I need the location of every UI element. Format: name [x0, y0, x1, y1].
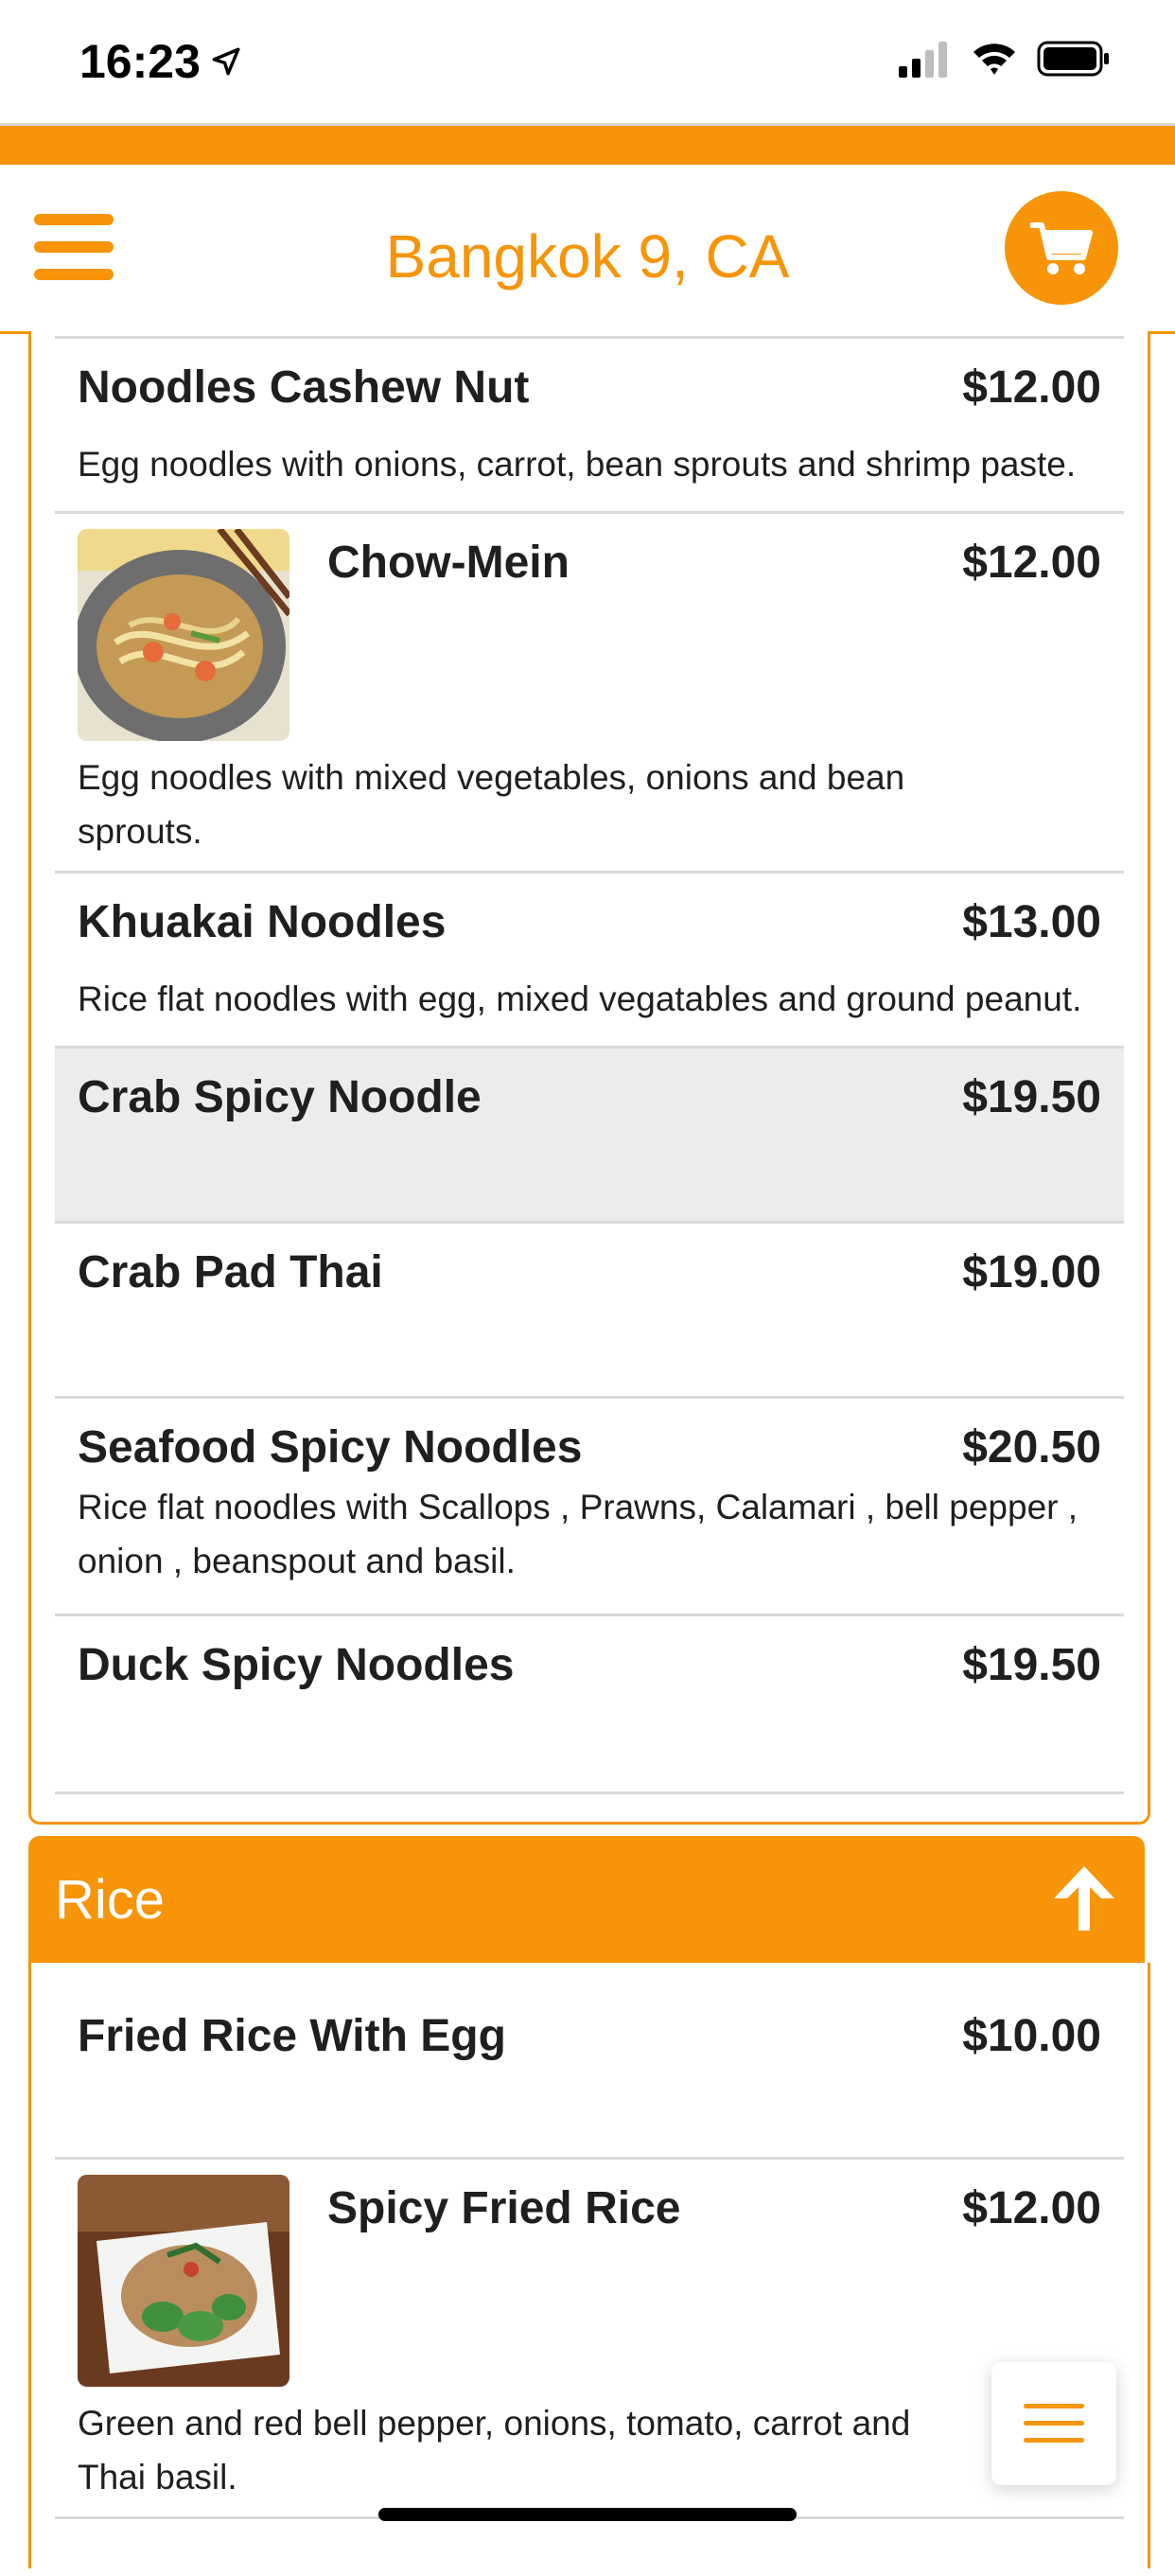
item-price: $20.50 [962, 1422, 1101, 1473]
item-name: Chow-Mein [327, 538, 570, 588]
status-icons [899, 40, 1111, 78]
item-name: Duck Spicy Noodles [78, 1640, 515, 1690]
item-name: Fried Rice With Egg [78, 2011, 506, 2061]
item-price: $12.00 [962, 362, 1101, 413]
item-price: $13.00 [962, 897, 1101, 947]
menu-item[interactable]: Crab Spicy Noodle $19.50 [55, 1046, 1124, 1224]
menu-item[interactable]: Crab Pad Thai $19.00 [55, 1221, 1124, 1399]
status-bar: 16:23 [0, 0, 1175, 123]
menu-item[interactable] [55, 2516, 1124, 2576]
item-description: Rice flat noodles with egg, mixed vegata… [78, 979, 1082, 1018]
top-nav-bar: Bangkok 9, CA [0, 165, 1175, 334]
menu-item[interactable]: Chow-Mein $12.00 Egg noodles with mixed … [55, 511, 1124, 873]
item-name: Spicy Fried Rice [327, 2183, 681, 2233]
item-name: Noodles Cashew Nut [78, 362, 530, 413]
arrow-up-icon[interactable] [1048, 1861, 1120, 1936]
menu-item[interactable]: Seafood Spicy Noodles $20.50 Rice flat n… [55, 1396, 1124, 1616]
menu-item[interactable]: Spicy Fried Rice $12.00 Green and red be… [55, 2157, 1124, 2519]
menu-item[interactable]: Khuakai Noodles $13.00 Rice flat noodles… [55, 871, 1124, 1049]
item-description: Green and red bell pepper, onions, tomat… [78, 2404, 911, 2497]
item-name: Crab Spicy Noodle [78, 1072, 482, 1122]
item-price: $19.50 [962, 1640, 1101, 1690]
rice-section-header[interactable]: Rice [28, 1836, 1145, 1963]
item-price: $12.00 [962, 2183, 1101, 2233]
floating-menu-button[interactable] [991, 2362, 1116, 2485]
wifi-icon [973, 44, 1015, 75]
noodle-dish-photo [78, 529, 289, 741]
cart-icon [1030, 222, 1093, 274]
signal-icon [899, 42, 947, 78]
item-description: Egg noodles with onions, carrot, bean sp… [78, 445, 1077, 484]
item-price: $19.50 [962, 1072, 1101, 1122]
section-title: Rice [55, 1869, 166, 1931]
item-price: $12.00 [962, 538, 1101, 588]
home-indicator [378, 2508, 797, 2521]
menu-item[interactable]: Fried Rice With Egg $10.00 [55, 1963, 1124, 2157]
menu-item[interactable]: Noodles Cashew Nut $12.00 Egg noodles wi… [55, 336, 1124, 514]
cart-button[interactable] [1005, 191, 1118, 305]
status-time-text: 16:23 [79, 35, 201, 88]
item-description: Rice flat noodles with Scallops , Prawns… [78, 1488, 1079, 1580]
item-name: Crab Pad Thai [78, 1247, 383, 1297]
menu-item[interactable]: Duck Spicy Noodles $19.50 [55, 1614, 1124, 1794]
noodles-section: Noodles Cashew Nut $12.00 Egg noodles wi… [28, 331, 1150, 1825]
rice-dish-photo [78, 2175, 289, 2387]
location-arrow-icon [212, 47, 240, 76]
item-name: Seafood Spicy Noodles [78, 1422, 583, 1473]
battery-icon [1037, 41, 1109, 77]
item-price: $19.00 [962, 1247, 1101, 1297]
page-title: Bangkok 9, CA [385, 222, 790, 291]
rice-section: Fried Rice With Egg $10.00 Spicy Fried R… [28, 1963, 1150, 2568]
item-name: Khuakai Noodles [78, 897, 447, 947]
item-description: Egg noodles with mixed vegetables, onion… [78, 758, 905, 851]
header-accent-strip [0, 123, 1175, 168]
item-price: $10.00 [962, 2011, 1101, 2061]
status-time: 16:23 [79, 34, 242, 89]
